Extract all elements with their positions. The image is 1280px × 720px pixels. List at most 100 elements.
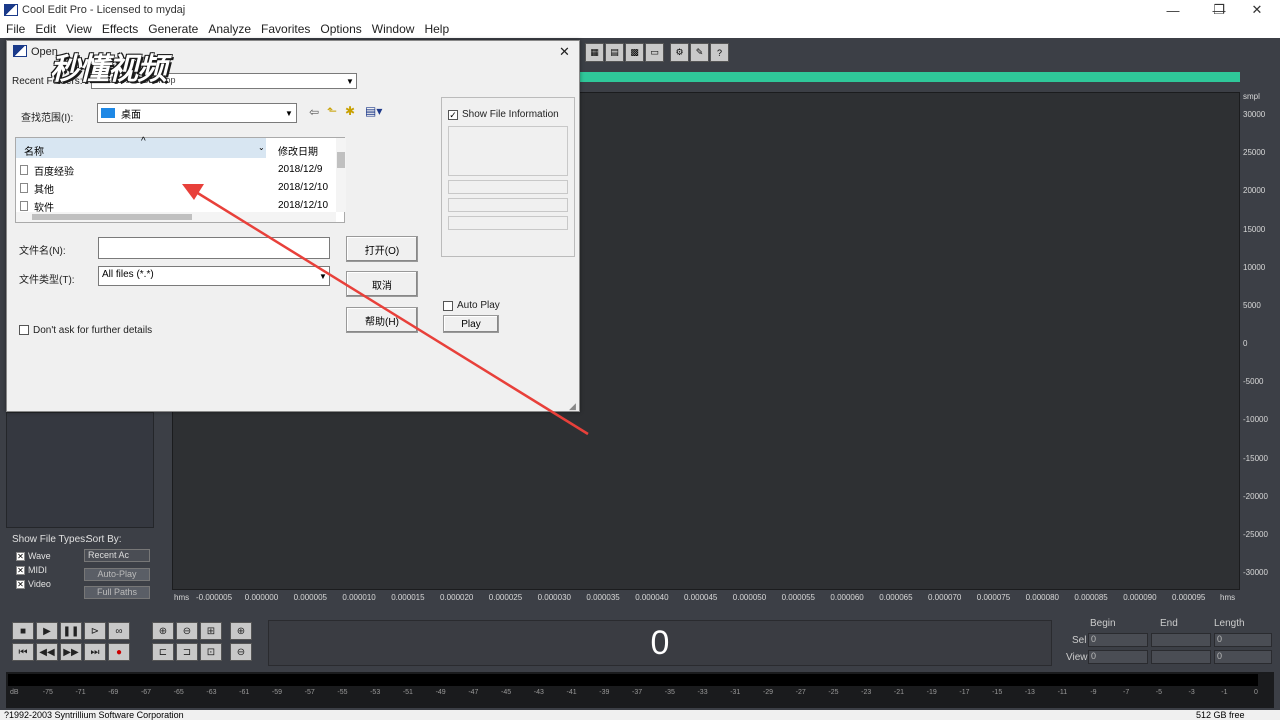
midi-checkbox[interactable]: ✕ [16,566,25,575]
date-column-label[interactable]: 修改日期 [278,143,318,158]
menu-generate[interactable]: Generate [148,22,198,36]
zoom-vertical-out-icon[interactable]: ⊖ [230,643,252,661]
go-to-end-button[interactable]: ⏭ [84,643,106,661]
sel-end-field[interactable] [1151,633,1211,647]
title-bar: Cool Edit Pro - Licensed to mydaj — [0,0,1280,20]
app-icon [4,4,18,16]
up-folder-icon[interactable]: ⬑ [327,104,337,118]
sort-asc-icon: ^ [141,136,146,147]
dont-ask-checkbox[interactable] [19,325,29,335]
vertical-scrollbar[interactable] [336,138,346,212]
open-file-dialog[interactable]: Open ✕ Recent Folders: C:\Users\...\Desk… [6,40,580,412]
new-folder-icon[interactable]: ✱ [345,104,355,118]
overview-strip[interactable] [580,72,1240,82]
view-end-field[interactable] [1151,650,1211,664]
view-menu-icon[interactable]: ▤▾ [365,104,382,118]
fast-forward-button[interactable]: ▶▶ [60,643,82,661]
play-to-end-button[interactable]: ⊳ [84,622,106,640]
pause-button[interactable]: ❚❚ [60,622,82,640]
menu-file[interactable]: File [6,22,25,36]
list-item[interactable]: 其他 [20,180,54,196]
meter-tick-label: -61 [239,689,250,696]
y-tick-label: 30000 [1243,110,1266,119]
menu-analyze[interactable]: Analyze [208,22,251,36]
auto-play-checkbox[interactable] [443,301,453,311]
menu-options[interactable]: Options [320,22,361,36]
toolbar-button[interactable]: ⚙ [670,43,689,62]
menu-edit[interactable]: Edit [35,22,56,36]
menu-view[interactable]: View [66,22,92,36]
status-bar: ?1992-2003 Syntrillium Software Corporat… [0,710,1280,720]
sort-select[interactable]: Recent Ac [84,549,150,562]
y-unit-label: smpl [1243,92,1260,101]
x-tick-label: -0.000005 [196,593,233,602]
filetype-select[interactable]: All files (*.*) [98,266,330,286]
zoom-right-icon[interactable]: ⊐ [176,643,198,661]
meter-tick-label: -31 [730,689,741,696]
go-to-start-button[interactable]: ⏮ [12,643,34,661]
scrollbar-thumb[interactable] [337,152,345,168]
view-begin-field[interactable]: 0 [1088,650,1148,664]
toolbar-button[interactable]: ▭ [645,43,664,62]
stop-button[interactable]: ■ [12,622,34,640]
dialog-close-icon[interactable]: ✕ [559,44,570,60]
chevron-down-icon[interactable]: ▼ [317,269,329,283]
play-button[interactable]: Play [443,315,499,333]
scrollbar-thumb[interactable] [32,214,192,220]
chevron-down-icon[interactable]: ⌄ [258,143,265,152]
help-icon[interactable]: ? [710,43,729,62]
resize-grip-icon[interactable]: ◢ [569,401,576,412]
help-button[interactable]: 帮助(H) [346,307,418,333]
zoom-full-icon[interactable]: ⊞ [200,622,222,640]
meter-tick-label: -69 [108,689,119,696]
sel-length-field[interactable]: 0 [1214,633,1272,647]
show-info-checkbox[interactable]: ✓ [448,110,458,120]
open-button[interactable]: 打开(O) [346,236,418,262]
sort-by-label: Sort By: [86,534,122,545]
zoom-vertical-in-icon[interactable]: ⊕ [230,622,252,640]
horizontal-scrollbar[interactable] [16,212,336,222]
zoom-out-icon[interactable]: ⊖ [176,622,198,640]
zoom-selection-icon[interactable]: ⊡ [200,643,222,661]
zoom-left-icon[interactable]: ⊏ [152,643,174,661]
minimize-button[interactable]: — [1150,0,1196,20]
close-button[interactable]: ✕ [1234,0,1280,20]
full-paths-button[interactable]: Full Paths [84,586,150,599]
menu-effects[interactable]: Effects [102,22,138,36]
toolbar-button[interactable]: ✎ [690,43,709,62]
menu-favorites[interactable]: Favorites [261,22,310,36]
dont-ask-label: Don't ask for further details [33,325,153,336]
record-button[interactable]: ● [108,643,130,661]
back-icon[interactable]: ⇦ [309,105,319,119]
begin-label: Begin [1090,618,1116,629]
sel-begin-field[interactable]: 0 [1088,633,1148,647]
auto-play-button[interactable]: Auto-Play [84,568,150,581]
list-item[interactable]: 百度经验 [20,162,74,178]
file-list-panel[interactable] [6,412,154,528]
wave-checkbox[interactable]: ✕ [16,552,25,561]
x-tick-label: 0.000090 [1123,593,1157,602]
view-length-field[interactable]: 0 [1214,650,1272,664]
type-wave: Wave [28,551,51,561]
chevron-down-icon[interactable]: ▼ [344,74,356,88]
menu-help[interactable]: Help [424,22,449,36]
video-checkbox[interactable]: ✕ [16,580,25,589]
loop-button[interactable]: ∞ [108,622,130,640]
toolbar-button[interactable]: ▦ [585,43,604,62]
lookin-select[interactable]: 桌面 [97,103,297,123]
play-button[interactable]: ▶ [36,622,58,640]
x-tick-label: 0.000035 [586,593,620,602]
zoom-in-icon[interactable]: ⊕ [152,622,174,640]
name-column-header[interactable]: 名称 ^ ⌄ [16,136,266,158]
menu-window[interactable]: Window [372,22,415,36]
filename-input[interactable] [98,237,330,259]
cancel-button[interactable]: 取消 [346,271,418,297]
rewind-button[interactable]: ◀◀ [36,643,58,661]
meter-tick-label: -3 [1188,689,1195,696]
toolbar-button[interactable]: ▤ [605,43,624,62]
toolbar-button[interactable]: ▩ [625,43,644,62]
x-tick-label: 0.000020 [440,593,474,602]
chevron-down-icon[interactable]: ▼ [283,106,295,120]
meter-tick-label: -25 [828,689,839,696]
file-list[interactable]: 名称 ^ ⌄ 修改日期 百度经验 2018/12/9 其他 2018/12/10… [15,136,346,223]
